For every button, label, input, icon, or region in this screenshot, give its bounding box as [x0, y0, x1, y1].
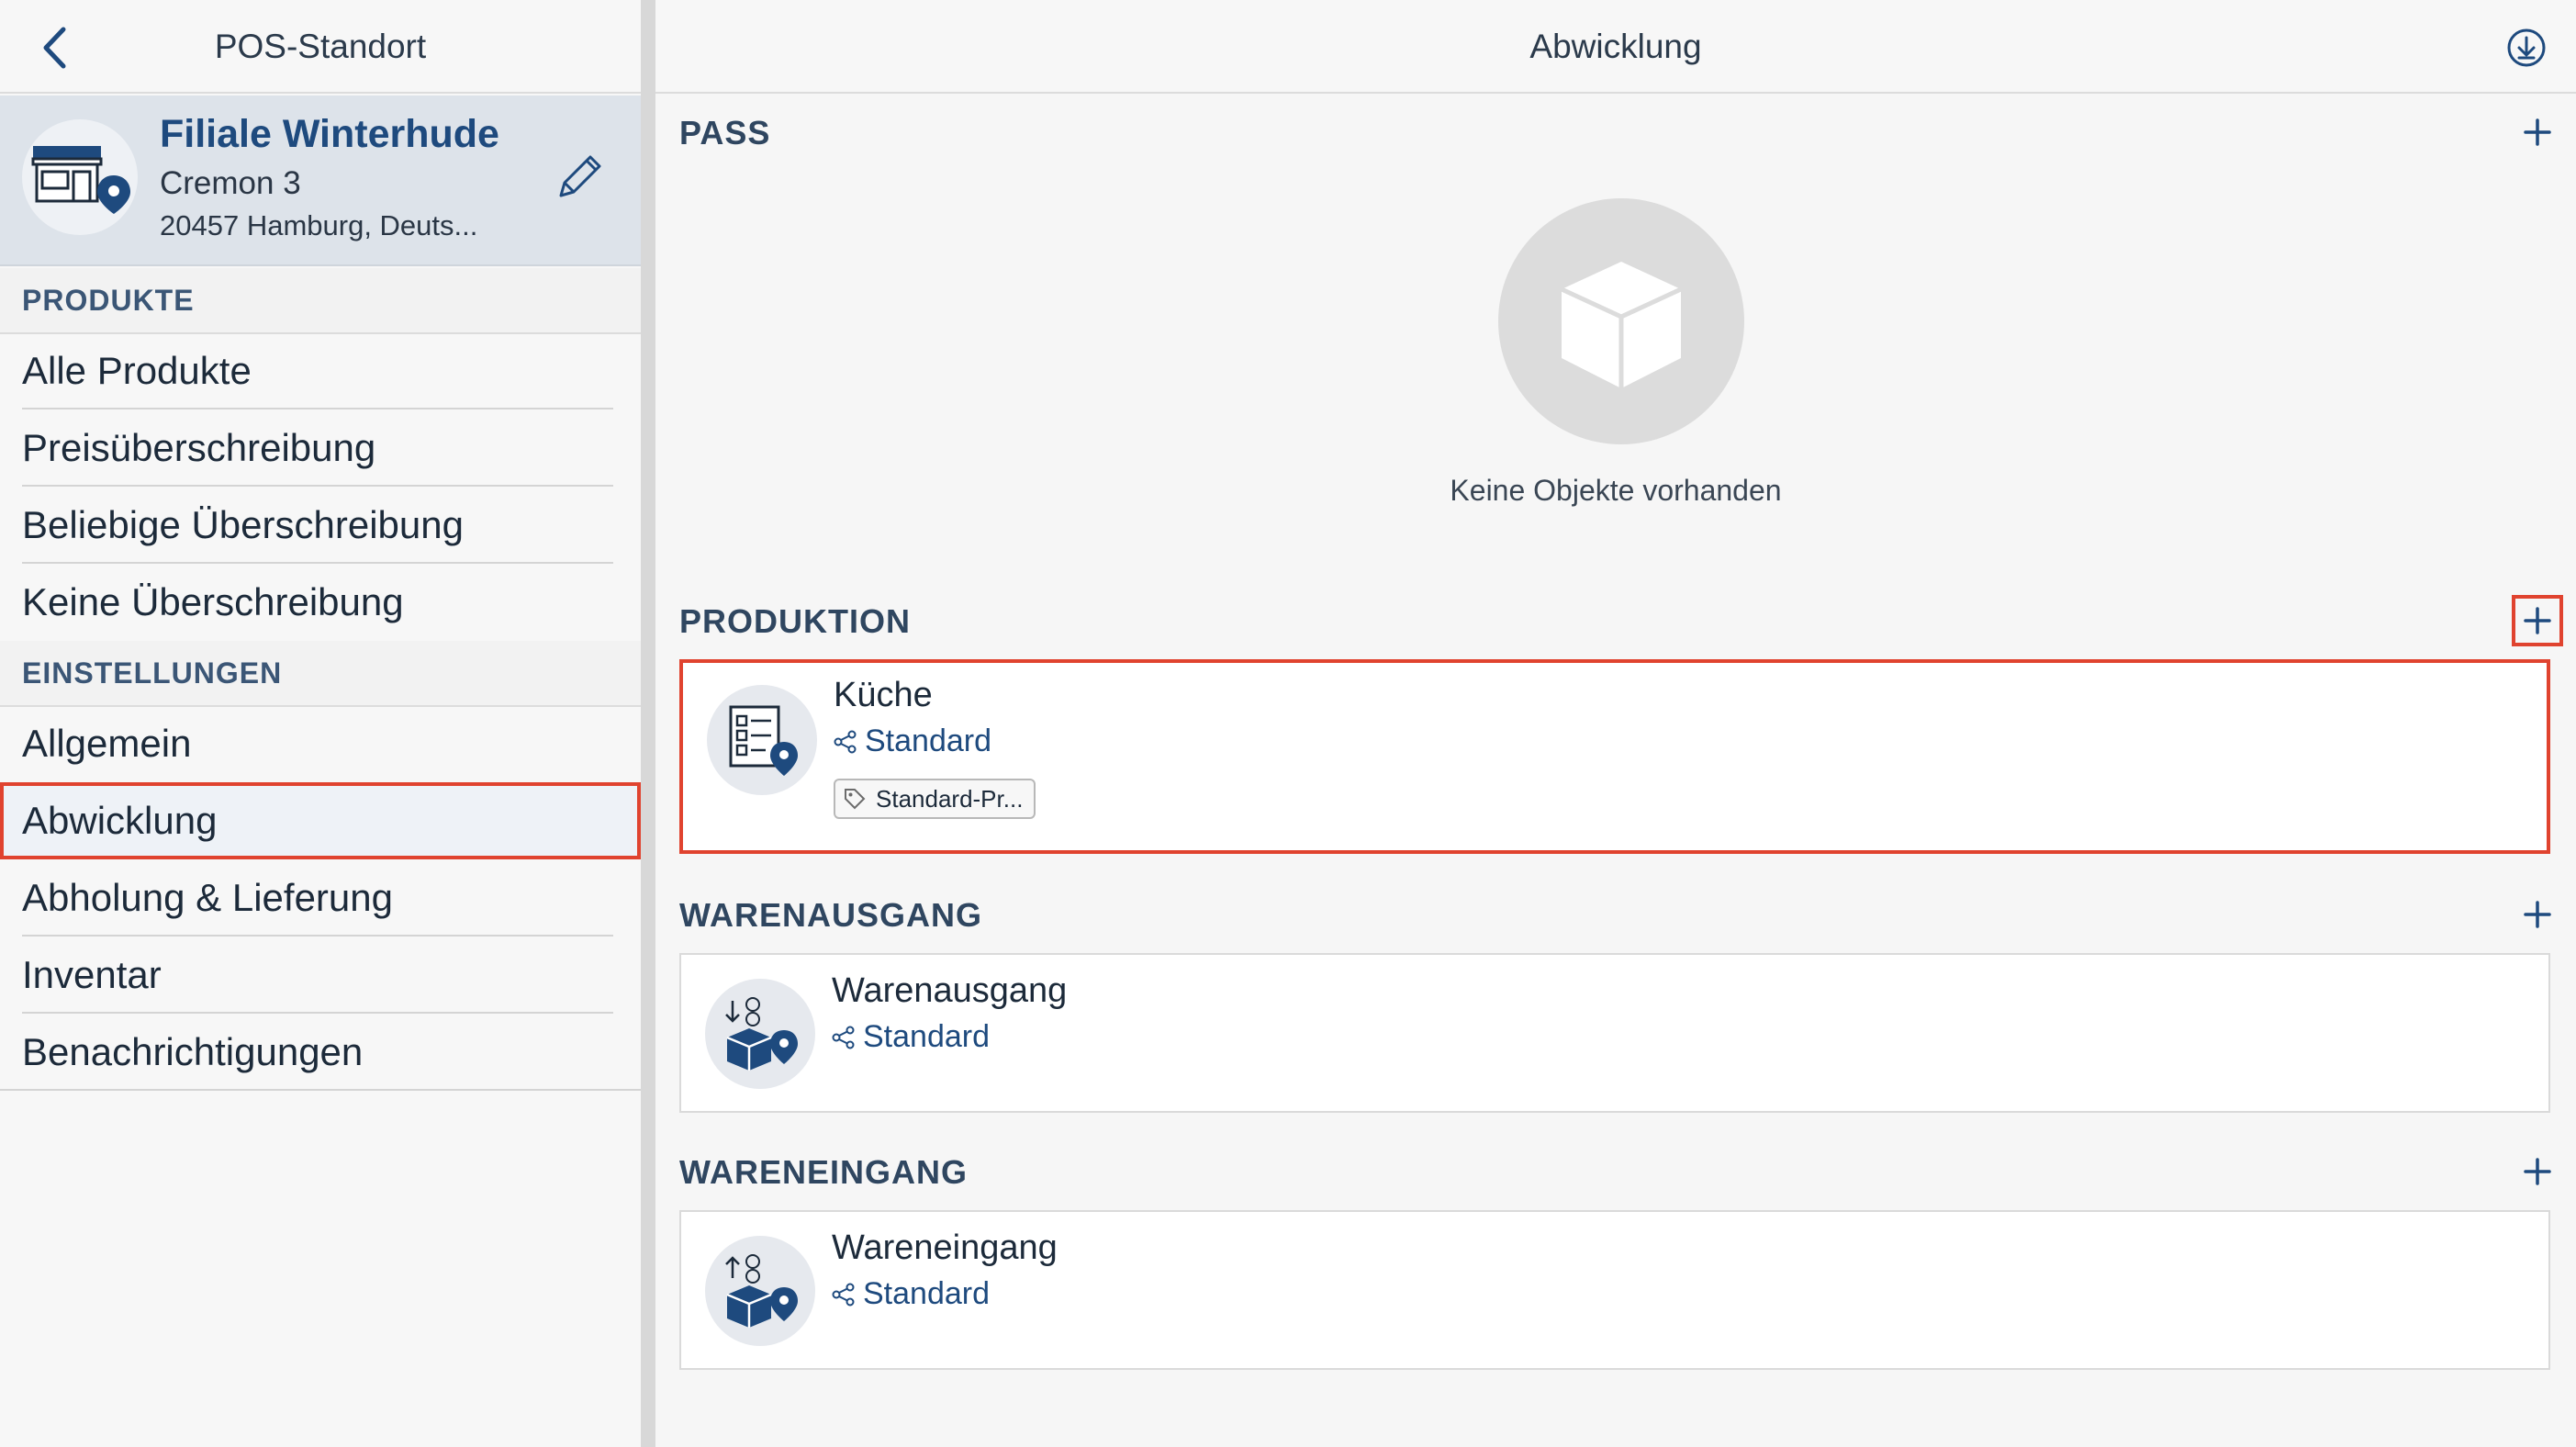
- section-einstellungen: EINSTELLUNGEN: [0, 641, 641, 707]
- plus-icon: [2524, 901, 2551, 928]
- store-icon: [22, 119, 138, 235]
- store-card: Filiale Winterhude Cremon 3 20457 Hambur…: [0, 95, 641, 266]
- nav-item-preisueberschreibung[interactable]: Preisüberschreibung: [0, 409, 641, 487]
- warenausgang-card-subtitle-text: Standard: [863, 1019, 990, 1054]
- nav-item-label: Preisüberschreibung: [22, 426, 376, 469]
- nav-item-label: Inventar: [22, 953, 162, 996]
- plus-icon: [2524, 1158, 2551, 1185]
- panel-divider[interactable]: [641, 0, 655, 1447]
- nav-item-label: Alle Produkte: [22, 349, 252, 392]
- add-pass-button[interactable]: [2514, 108, 2561, 156]
- produktion-card[interactable]: Küche Standard Standard-Pr...: [679, 659, 2550, 854]
- section-produktion: PRODUKTION: [679, 602, 911, 640]
- wareneingang-card-title: Wareneingang: [832, 1228, 1058, 1267]
- store-name: Filiale Winterhude: [160, 112, 499, 156]
- tag-icon: [845, 789, 866, 810]
- wareneingang-card-subtitle-text: Standard: [863, 1276, 990, 1311]
- nav-item-benachrichtigungen[interactable]: Benachrichtigungen: [0, 1014, 641, 1091]
- left-header: POS-Standort: [0, 0, 641, 94]
- left-panel: POS-Standort Filiale Winterhude Cremon 3…: [0, 0, 641, 1447]
- nav-item-allgemein[interactable]: Allgemein: [0, 705, 641, 782]
- wareneingang-card[interactable]: Wareneingang Standard: [679, 1210, 2550, 1370]
- pencil-icon: [559, 155, 601, 197]
- nav-item-label: Abholung & Lieferung: [22, 876, 393, 919]
- nav-item-abwicklung[interactable]: Abwicklung: [0, 782, 641, 859]
- price-list-tag: Standard-Pr...: [834, 779, 1036, 819]
- nav-item-label: Beliebige Überschreibung: [22, 503, 464, 546]
- store-street: Cremon 3: [160, 165, 301, 201]
- page-title: Abwicklung: [1529, 28, 1702, 65]
- right-header: Abwicklung: [655, 0, 2576, 94]
- edit-store-button[interactable]: [547, 145, 611, 209]
- download-icon: [2507, 28, 2546, 67]
- share-icon: [832, 1026, 855, 1049]
- share-icon: [832, 1283, 855, 1306]
- tag-label: Standard-Pr...: [876, 784, 1024, 813]
- nav-item-label: Benachrichtigungen: [22, 1030, 364, 1073]
- warenausgang-card-subtitle: Standard: [832, 1019, 990, 1055]
- nav-item-label: Allgemein: [22, 722, 192, 765]
- right-panel: Abwicklung PASS Keine Objekte vorhanden …: [655, 0, 2576, 1447]
- add-produktion-button[interactable]: [2512, 595, 2563, 646]
- produktion-card-title: Küche: [834, 676, 933, 714]
- section-produkte: PRODUKTE: [0, 268, 641, 334]
- outgoing-box-icon: [705, 979, 815, 1089]
- warenausgang-card[interactable]: Warenausgang Standard: [679, 953, 2550, 1113]
- section-pass: PASS: [679, 114, 771, 151]
- add-warenausgang-button[interactable]: [2514, 891, 2561, 938]
- nav-item-label: Keine Überschreibung: [22, 580, 404, 623]
- nav-item-alle-produkte[interactable]: Alle Produkte: [0, 332, 641, 409]
- left-panel-title: POS-Standort: [214, 28, 427, 65]
- store-city: 20457 Hamburg, Deuts...: [160, 209, 478, 241]
- produktion-card-subtitle: Standard: [834, 724, 991, 759]
- plus-icon: [2524, 607, 2551, 634]
- checklist-location-icon: [707, 685, 817, 795]
- warenausgang-card-title: Warenausgang: [832, 971, 1068, 1010]
- share-icon: [834, 730, 857, 753]
- nav-item-abholung-lieferung[interactable]: Abholung & Lieferung: [0, 859, 641, 937]
- nav-item-label: Abwicklung: [22, 799, 218, 842]
- section-warenausgang: WARENAUSGANG: [679, 896, 983, 934]
- nav-item-beliebige-ueberschreibung[interactable]: Beliebige Überschreibung: [0, 487, 641, 564]
- incoming-box-icon: [705, 1236, 815, 1346]
- section-wareneingang: WARENEINGANG: [679, 1153, 969, 1191]
- nav-item-keine-ueberschreibung[interactable]: Keine Überschreibung: [0, 564, 641, 641]
- empty-state-icon: [1498, 198, 1744, 444]
- plus-icon: [2524, 118, 2551, 146]
- empty-state-text: Keine Objekte vorhanden: [1450, 474, 1782, 507]
- wareneingang-card-subtitle: Standard: [832, 1276, 990, 1312]
- add-wareneingang-button[interactable]: [2514, 1148, 2561, 1195]
- nav-item-inventar[interactable]: Inventar: [0, 937, 641, 1014]
- download-button[interactable]: [2501, 22, 2552, 73]
- produktion-card-subtitle-text: Standard: [865, 724, 991, 758]
